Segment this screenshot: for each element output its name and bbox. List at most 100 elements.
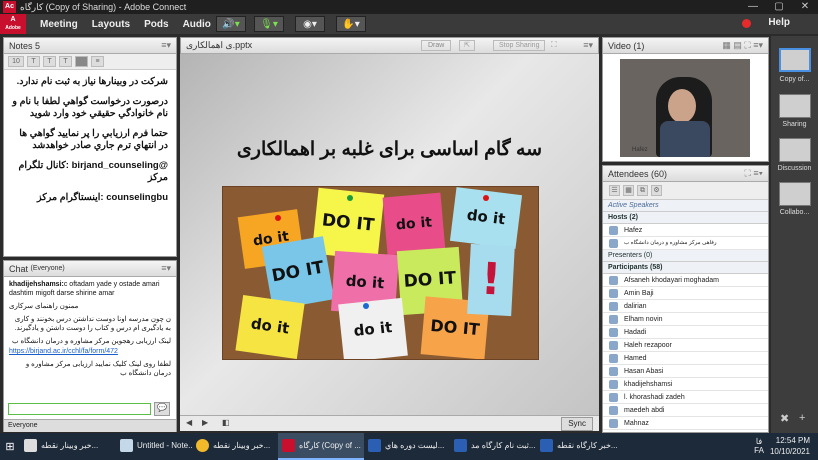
sync-button[interactable]: Sync (561, 417, 593, 431)
notes-line: counselingbu :اینستاگرام مرکز (37, 192, 168, 203)
attendee-row[interactable]: Amin Baji (603, 287, 768, 300)
sidebar-toggle-icon[interactable]: ◧ (222, 418, 230, 427)
taskbar: ⊞ خبر وبينار نقطه... Untitled - Note... … (0, 433, 818, 460)
notes-line: @birjand_counseling :کانال تلگرام مرکز (18, 160, 168, 183)
taskbar-item[interactable]: خبر کارگاه نقطه... (536, 433, 622, 460)
font-size-select[interactable]: 10 (8, 56, 24, 67)
taskbar-item[interactable]: کارگاه (Copy of ... (278, 433, 364, 460)
menu-pods[interactable]: Pods (144, 19, 168, 30)
bold-icon[interactable]: T (27, 56, 40, 67)
stop-sharing-button[interactable]: Stop Sharing (493, 40, 546, 51)
menu-meeting[interactable]: Meeting (40, 19, 78, 30)
start-icon[interactable]: ⊞ (0, 440, 20, 453)
attendee-row[interactable]: Haleh rezapoor (603, 339, 768, 352)
grid-view-icon[interactable]: ▦ (623, 185, 634, 196)
next-slide-icon[interactable]: ▶ (202, 418, 208, 427)
hosts-section[interactable]: Hosts (2) (603, 212, 768, 224)
participant-icon (609, 275, 618, 285)
attendee-row[interactable]: khadijehshamsi (603, 378, 768, 391)
attendee-row[interactable]: maedeh abdi (603, 404, 768, 417)
clock-time[interactable]: 12:54 PM (776, 436, 810, 445)
layout-label[interactable]: Collabo... (771, 209, 818, 216)
pointer-icon[interactable]: ⇱ (459, 40, 475, 51)
pod-menu-icon[interactable]: ≡▾ (161, 263, 171, 274)
camera-icon[interactable]: ◉▾ (295, 16, 325, 32)
minimize-button[interactable]: — (740, 0, 766, 14)
pushpin-icon (347, 195, 353, 201)
maximize-button[interactable]: ▢ (766, 0, 792, 14)
menu-audio[interactable]: Audio (183, 19, 211, 30)
attendee-row[interactable]: l. khorashadi zadeh (603, 391, 768, 404)
settings-icon[interactable]: ⚙ (651, 185, 662, 196)
taskbar-item[interactable]: ليست دوره هاي... (364, 433, 450, 460)
shared-slide: سه گام اساسی برای غلبه بر اهمالکاری do i… (180, 54, 599, 415)
participant-icon (609, 379, 618, 389)
participant-icon (609, 405, 618, 415)
share-pod-header: ی اهمالکاری.pptx Draw ⇱ Stop Sharing ⛶ ≡… (180, 37, 599, 54)
pod-menu-icon[interactable]: ▦ ▤ ⛶ ≡▾ (722, 40, 763, 51)
attendee-row[interactable]: Hafez (603, 224, 768, 237)
list-view-icon[interactable]: ☰ (609, 185, 620, 196)
tools-icon[interactable]: ✖ (780, 412, 789, 425)
layout-thumb[interactable] (779, 94, 811, 118)
attendee-row[interactable]: Elham novin (603, 313, 768, 326)
raise-hand-icon[interactable]: ✋▾ (336, 16, 366, 32)
add-layout-icon[interactable]: + (799, 412, 805, 424)
input-language-code[interactable]: FA (754, 446, 764, 455)
participants-section[interactable]: Participants (58) (603, 262, 768, 274)
attendee-row[interactable]: Hamed (603, 352, 768, 365)
taskbar-item[interactable]: ثبت نام کارگاه مد... (450, 433, 536, 460)
layout-thumb[interactable] (779, 138, 811, 162)
underline-icon[interactable]: T (59, 56, 72, 67)
attendee-row[interactable]: dalirian (603, 300, 768, 313)
pushpin-icon (363, 303, 369, 309)
chat-link[interactable]: https://birjand.ac.ir/cchl/fa/form/472 (9, 348, 118, 355)
input-language[interactable]: فا (756, 437, 762, 446)
attendee-row[interactable]: Hadadi (603, 326, 768, 339)
layout-label[interactable]: Sharing (771, 121, 818, 128)
notes-body[interactable]: شرکت در وبینارها نیاز به ثبت نام ندارد. … (4, 70, 176, 218)
attendee-row[interactable]: Afsaneh khodayari moghadam (603, 274, 768, 287)
chat-recipient-tab[interactable]: Everyone (4, 419, 176, 432)
pod-menu-icon[interactable]: ≡▾ (161, 40, 171, 51)
postit-note: do it (338, 297, 408, 359)
pushpin-icon (483, 195, 489, 201)
help-menu[interactable]: Help (768, 17, 790, 28)
attendee-row[interactable]: Mahnaz (603, 417, 768, 430)
attendees-title: Attendees (608, 168, 649, 179)
layout-thumb[interactable] (779, 182, 811, 206)
clock-date[interactable]: 10/10/2021 (770, 447, 810, 456)
presenters-section[interactable]: Presenters (0) (603, 250, 768, 262)
attendee-row[interactable]: Hasan Abasi (603, 365, 768, 378)
pod-menu-icon[interactable]: ≡▾ (583, 40, 593, 51)
menu-layouts[interactable]: Layouts (92, 19, 130, 30)
send-message-icon[interactable]: 💬 (154, 402, 170, 416)
attendee-row[interactable]: رفاهی مرکز مشاوره و درمان دانشگاه ب (603, 237, 768, 250)
speaker-icon[interactable]: 🔊▾ (216, 16, 246, 32)
color-icon[interactable] (75, 56, 88, 67)
close-button[interactable]: ✕ (792, 0, 818, 14)
window-controls: — ▢ ✕ (740, 0, 818, 14)
record-indicator-icon[interactable] (742, 19, 751, 28)
draw-button[interactable]: Draw (421, 40, 452, 51)
taskbar-item[interactable]: خبر وبينار نقطه... (20, 433, 116, 460)
chat-header: Chat (Everyone) ≡▾ (4, 261, 176, 277)
attendees-count: (60) (651, 168, 668, 179)
layout-label[interactable]: Copy of... (771, 76, 818, 83)
taskbar-item[interactable]: خبر وبينار نقطه... (192, 433, 278, 460)
chat-input[interactable] (8, 403, 151, 415)
breakout-icon[interactable]: ⧉ (637, 185, 648, 196)
list-icon[interactable]: ≡ (91, 56, 104, 67)
microphone-icon[interactable]: 🎙▾ (254, 16, 284, 32)
video-title: Video (608, 40, 631, 51)
layout-thumb[interactable] (779, 48, 811, 72)
previous-slide-icon[interactable]: ◀ (186, 418, 192, 427)
pod-menu-icon[interactable]: ⛶ ≡▾ (745, 168, 763, 179)
notes-line: حتما فرم ارزيابي را پر نماييد گواهي ها د… (19, 128, 168, 151)
chat-message: khadijehshamsi:c oftadam yade y ostade a… (9, 281, 160, 297)
layout-label[interactable]: Discussion (771, 165, 818, 172)
taskbar-item[interactable]: Untitled - Note... (116, 433, 192, 460)
italic-icon[interactable]: T (43, 56, 56, 67)
share-header-bar: ی اهمالکاری.pptx Draw ⇱ Stop Sharing ⛶ ≡… (181, 38, 598, 54)
fullscreen-icon[interactable]: ⛶ (551, 40, 557, 50)
